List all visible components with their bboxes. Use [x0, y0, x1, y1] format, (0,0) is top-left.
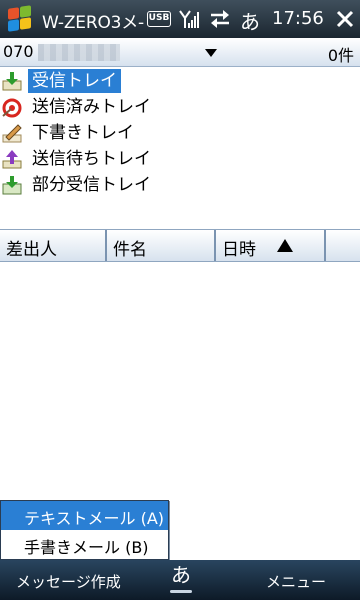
menu-item-label: 手書きメール (B)	[24, 538, 149, 557]
sent-icon	[2, 98, 22, 118]
drafts-icon	[2, 124, 22, 143]
column-date[interactable]: 日時	[216, 230, 326, 261]
account-selector[interactable]: 070 0件	[0, 38, 360, 67]
folder-partial-inbox[interactable]: 部分受信トレイ	[0, 172, 360, 198]
usb-icon[interactable]: USB	[147, 11, 171, 27]
folder-outbox[interactable]: 送信待ちトレイ	[0, 146, 360, 172]
data-transfer-icon[interactable]	[208, 8, 232, 30]
ime-indicator[interactable]: あ	[240, 6, 260, 35]
window-title: W-ZERO3メ-	[42, 13, 144, 33]
folder-inbox[interactable]: 受信トレイ	[0, 68, 360, 94]
column-label: 件名	[113, 240, 147, 260]
clock[interactable]: 17:56	[272, 8, 324, 29]
windows-start-icon[interactable]	[0, 0, 38, 38]
new-message-popup-menu: テキストメール (A) 手書きメール (B)	[0, 500, 169, 560]
dropdown-arrow-icon[interactable]	[205, 49, 217, 57]
column-from[interactable]: 差出人	[0, 230, 107, 261]
softkey-bar: メッセージ作成 あ メニュー	[0, 560, 360, 600]
account-name: 070	[3, 42, 34, 61]
folder-label: 送信済みトレイ	[32, 97, 151, 117]
partial-inbox-icon	[2, 176, 22, 195]
folder-list: 受信トレイ 送信済みトレイ 下書きトレイ 送信待ちトレイ 部分受信トレイ	[0, 68, 360, 198]
inbox-icon	[2, 72, 22, 91]
close-icon[interactable]	[332, 8, 356, 30]
message-list-header: 差出人 件名 日時	[0, 229, 360, 262]
signal-strength-icon[interactable]	[178, 8, 200, 30]
softkey-new-message[interactable]: メッセージ作成	[16, 571, 121, 592]
column-label: 日時	[222, 240, 256, 260]
folder-label: 送信待ちトレイ	[32, 149, 151, 169]
title-bar: W-ZERO3メ- USB あ 17:56	[0, 0, 360, 38]
menu-item-text-mail[interactable]: テキストメール (A)	[1, 501, 168, 530]
column-subject[interactable]: 件名	[107, 230, 216, 261]
outbox-icon	[2, 150, 22, 169]
folder-label: 受信トレイ	[28, 69, 121, 93]
softkey-menu[interactable]: メニュー	[266, 571, 326, 592]
folder-sent[interactable]: 送信済みトレイ	[0, 94, 360, 120]
sort-ascending-icon	[277, 239, 293, 252]
folder-label: 部分受信トレイ	[32, 175, 151, 195]
folder-drafts[interactable]: 下書きトレイ	[0, 120, 360, 146]
folder-label: 下書きトレイ	[32, 123, 134, 143]
masked-account-number	[38, 44, 120, 61]
menu-item-label: テキストメール (A)	[24, 509, 165, 528]
message-count: 0件	[327, 46, 354, 65]
input-method-button[interactable]: あ	[168, 561, 194, 595]
menu-item-handwritten-mail[interactable]: 手書きメール (B)	[1, 530, 168, 559]
column-label: 差出人	[6, 240, 57, 260]
